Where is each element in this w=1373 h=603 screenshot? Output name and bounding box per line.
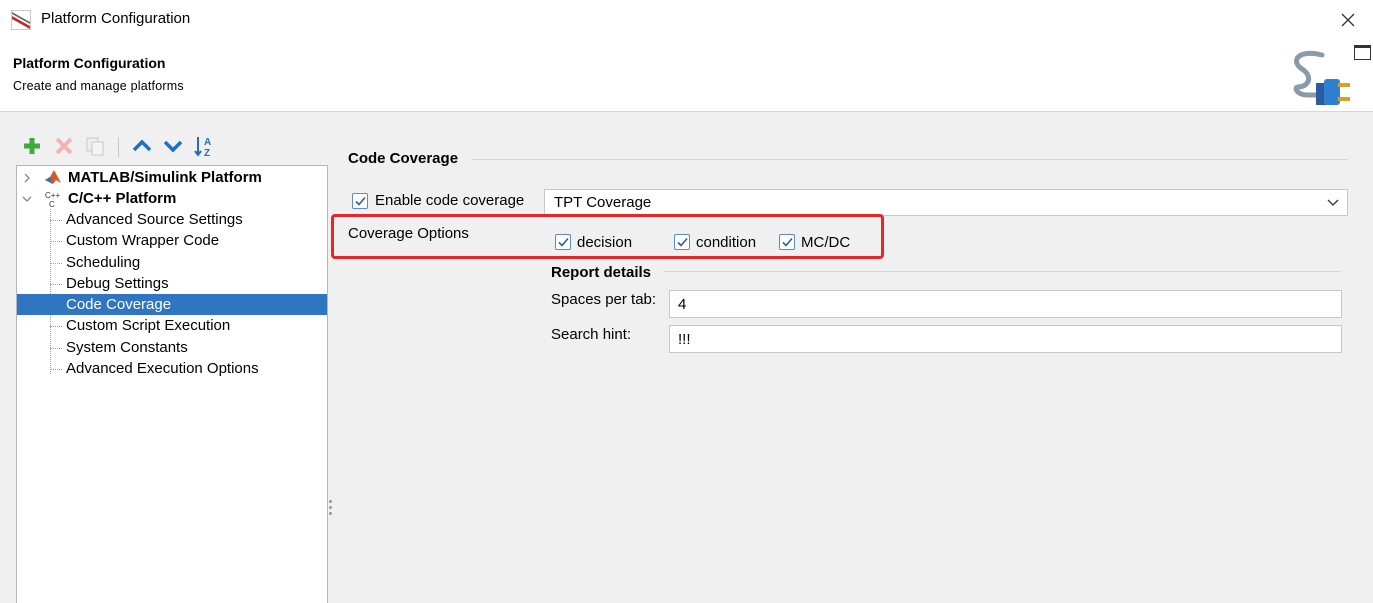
report-details-title: Report details <box>551 264 652 281</box>
annotation-highlight-box <box>331 214 884 259</box>
svg-text:Z: Z <box>204 148 210 158</box>
svg-text:C++: C++ <box>45 191 60 200</box>
tree-item-scheduling[interactable]: Scheduling <box>17 252 327 273</box>
plug-icon <box>1293 51 1350 105</box>
tree-item-custom-script-execution[interactable]: Custom Script Execution <box>17 315 327 336</box>
tree-item-label: Code Coverage <box>66 296 172 313</box>
header-subtitle: Create and manage platforms <box>13 79 184 93</box>
tree-item-label: Scheduling <box>66 254 141 271</box>
header-title: Platform Configuration <box>13 55 166 71</box>
tree-item-label: Debug Settings <box>66 275 169 292</box>
tree-item-advanced-execution-options[interactable]: Advanced Execution Options <box>17 358 327 379</box>
search-hint-input[interactable] <box>669 325 1342 353</box>
platform-tree[interactable]: MATLAB/Simulink Platform C++ C C/C++ Pla… <box>16 165 328 603</box>
svg-text:C: C <box>49 200 55 208</box>
maximize-icon[interactable] <box>1354 45 1371 60</box>
enable-coverage-label: Enable code coverage <box>375 192 525 209</box>
window-title: Platform Configuration <box>41 10 191 27</box>
section-title: Code Coverage <box>348 150 459 167</box>
app-icon <box>11 10 31 30</box>
checkmark-icon <box>355 196 366 206</box>
enable-coverage-checkbox[interactable] <box>352 193 368 209</box>
tree-item-label: Advanced Source Settings <box>66 211 243 228</box>
search-hint-label: Search hint: <box>551 326 632 343</box>
tree-item-label: Advanced Execution Options <box>66 360 259 377</box>
add-icon[interactable] <box>20 134 44 158</box>
tree-item-label: Custom Script Execution <box>66 317 231 334</box>
tree-item-label: Custom Wrapper Code <box>66 232 220 249</box>
tree-item-code-coverage[interactable]: Code Coverage <box>17 294 327 315</box>
cpp-icon: C++ C <box>45 191 60 208</box>
tree-item-matlab-platform[interactable]: MATLAB/Simulink Platform <box>17 167 327 188</box>
matlab-icon <box>45 170 61 184</box>
tree-item-debug-settings[interactable]: Debug Settings <box>17 273 327 294</box>
chevron-right-icon[interactable] <box>21 172 33 184</box>
close-icon[interactable] <box>1336 8 1360 32</box>
svg-text:A: A <box>204 137 211 148</box>
dialog-header: Platform Configuration Create and manage… <box>0 40 1373 112</box>
coverage-tool-value: TPT Coverage <box>554 194 652 211</box>
title-bar: Platform Configuration <box>0 0 1373 40</box>
tree-item-system-constants[interactable]: System Constants <box>17 337 327 358</box>
tree-item-custom-wrapper-code[interactable]: Custom Wrapper Code <box>17 230 327 251</box>
delete-icon[interactable] <box>52 134 76 158</box>
copy-icon[interactable] <box>83 134 107 158</box>
sort-az-icon[interactable]: A Z <box>193 134 217 158</box>
chevron-down-icon[interactable] <box>21 193 33 205</box>
section-divider <box>471 159 1348 160</box>
chevron-down-icon <box>1327 199 1339 206</box>
move-up-icon[interactable] <box>130 134 154 158</box>
report-details-divider <box>663 271 1341 272</box>
coverage-tool-dropdown[interactable]: TPT Coverage <box>544 189 1348 216</box>
spaces-per-tab-label: Spaces per tab: <box>551 291 657 308</box>
tree-item-label: MATLAB/Simulink Platform <box>68 169 262 186</box>
tree-item-cpp-platform[interactable]: C++ C C/C++ Platform <box>17 188 327 209</box>
move-down-icon[interactable] <box>161 134 185 158</box>
tree-item-label: C/C++ Platform <box>68 190 177 207</box>
panel-splitter[interactable] <box>329 500 333 518</box>
tree-item-advanced-source-settings[interactable]: Advanced Source Settings <box>17 209 327 230</box>
spaces-per-tab-input[interactable] <box>669 290 1342 318</box>
tree-item-label: System Constants <box>66 339 188 356</box>
toolbar-separator <box>118 137 119 157</box>
